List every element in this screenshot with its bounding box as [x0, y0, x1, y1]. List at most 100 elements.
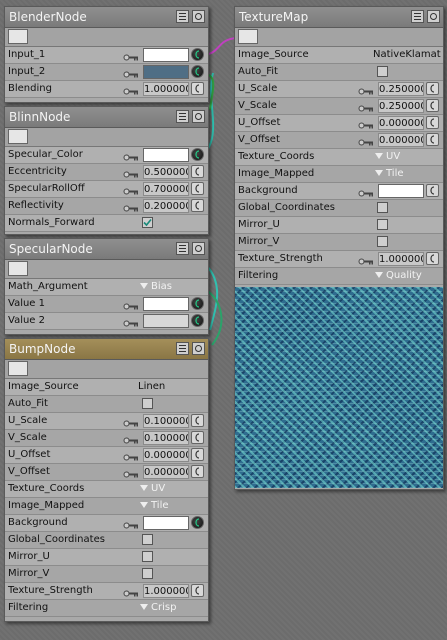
- link-key-icon[interactable]: [123, 51, 139, 61]
- checkbox[interactable]: [377, 66, 388, 77]
- color-swatch[interactable]: [143, 314, 189, 328]
- input-connector-icon[interactable]: [191, 199, 204, 212]
- node-header[interactable]: TextureMap: [235, 7, 443, 28]
- plug-icon[interactable]: [8, 261, 28, 276]
- number-input[interactable]: 0.100000: [143, 414, 189, 428]
- color-swatch[interactable]: [143, 65, 189, 79]
- number-input[interactable]: 0.100000: [143, 431, 189, 445]
- file-source-value[interactable]: Linen: [138, 380, 206, 394]
- checkbox[interactable]: [142, 568, 153, 579]
- input-connector-icon[interactable]: [191, 314, 204, 327]
- link-key-icon[interactable]: [123, 468, 139, 478]
- checkbox[interactable]: [377, 202, 388, 213]
- link-key-icon[interactable]: [123, 451, 139, 461]
- checkbox[interactable]: [142, 398, 153, 409]
- link-key-icon[interactable]: [123, 185, 139, 195]
- node-header[interactable]: BumpNode: [5, 339, 208, 360]
- menu-button[interactable]: [176, 242, 189, 255]
- color-swatch[interactable]: [143, 516, 189, 530]
- color-swatch[interactable]: [143, 297, 189, 311]
- dropdown-select[interactable]: UV: [375, 149, 400, 165]
- number-input[interactable]: 0.000000: [378, 133, 424, 147]
- number-input[interactable]: 1.000000: [143, 82, 189, 96]
- checkbox[interactable]: [377, 219, 388, 230]
- number-input[interactable]: 0.200000: [143, 199, 189, 213]
- input-connector-icon[interactable]: [426, 82, 439, 95]
- dropdown-select[interactable]: UV: [140, 481, 165, 497]
- collapse-button[interactable]: [192, 110, 205, 123]
- link-key-icon[interactable]: [123, 434, 139, 444]
- input-connector-icon[interactable]: [426, 116, 439, 129]
- plug-icon[interactable]: [238, 29, 258, 44]
- dropdown-select[interactable]: Tile: [375, 166, 404, 182]
- blinn-node[interactable]: BlinnNode Specular_Color Eccentricity 0.50…: [4, 106, 209, 235]
- link-key-icon[interactable]: [358, 136, 374, 146]
- link-key-icon[interactable]: [123, 317, 139, 327]
- bump-node[interactable]: BumpNode Image_Source Linen Auto_Fit U_Scal…: [4, 338, 209, 622]
- plug-icon[interactable]: [8, 29, 28, 44]
- input-connector-icon[interactable]: [191, 48, 204, 61]
- node-header[interactable]: BlenderNode: [5, 7, 208, 28]
- dropdown-select[interactable]: Tile: [140, 498, 169, 514]
- input-connector-icon[interactable]: [191, 65, 204, 78]
- link-key-icon[interactable]: [123, 68, 139, 78]
- input-connector-icon[interactable]: [191, 414, 204, 427]
- plug-icon[interactable]: [8, 361, 28, 376]
- menu-button[interactable]: [176, 110, 189, 123]
- input-connector-icon[interactable]: [191, 584, 204, 597]
- input-connector-icon[interactable]: [191, 465, 204, 478]
- link-key-icon[interactable]: [123, 151, 139, 161]
- number-input[interactable]: 0.500000: [143, 165, 189, 179]
- dropdown-select[interactable]: Crisp: [140, 600, 176, 616]
- input-connector-icon[interactable]: [426, 133, 439, 146]
- number-input[interactable]: 0.700000: [143, 182, 189, 196]
- input-connector-icon[interactable]: [191, 165, 204, 178]
- link-key-icon[interactable]: [123, 300, 139, 310]
- link-key-icon[interactable]: [123, 168, 139, 178]
- link-key-icon[interactable]: [358, 187, 374, 197]
- menu-button[interactable]: [411, 10, 424, 23]
- checkbox[interactable]: [377, 236, 388, 247]
- checkbox[interactable]: [142, 534, 153, 545]
- input-connector-icon[interactable]: [191, 431, 204, 444]
- collapse-button[interactable]: [192, 342, 205, 355]
- checkbox[interactable]: [142, 217, 153, 228]
- number-input[interactable]: 1.000000: [143, 584, 189, 598]
- number-input[interactable]: 0.000000: [378, 116, 424, 130]
- checkbox[interactable]: [142, 551, 153, 562]
- input-connector-icon[interactable]: [426, 99, 439, 112]
- number-input[interactable]: 0.250000: [378, 82, 424, 96]
- color-swatch[interactable]: [143, 148, 189, 162]
- specular-node[interactable]: SpecularNode Math_Argument Bias Value 1 Val…: [4, 238, 209, 335]
- link-key-icon[interactable]: [123, 587, 139, 597]
- link-key-icon[interactable]: [358, 119, 374, 129]
- menu-button[interactable]: [176, 10, 189, 23]
- link-key-icon[interactable]: [358, 85, 374, 95]
- input-connector-icon[interactable]: [426, 252, 439, 265]
- collapse-button[interactable]: [192, 10, 205, 23]
- input-connector-icon[interactable]: [426, 184, 439, 197]
- link-key-icon[interactable]: [123, 202, 139, 212]
- plug-icon[interactable]: [8, 129, 28, 144]
- number-input[interactable]: 0.000000: [143, 448, 189, 462]
- input-connector-icon[interactable]: [191, 516, 204, 529]
- input-connector-icon[interactable]: [191, 182, 204, 195]
- link-key-icon[interactable]: [358, 102, 374, 112]
- link-key-icon[interactable]: [358, 255, 374, 265]
- texturemap-node[interactable]: TextureMap Image_Source NativeKlamathFa Au…: [234, 6, 444, 490]
- blender-node[interactable]: BlenderNode Input_1 Input_2 Blending 1.0000…: [4, 6, 209, 103]
- number-input[interactable]: 1.000000: [378, 252, 424, 266]
- color-swatch[interactable]: [378, 184, 424, 198]
- number-input[interactable]: 0.250000: [378, 99, 424, 113]
- input-connector-icon[interactable]: [191, 82, 204, 95]
- link-key-icon[interactable]: [123, 519, 139, 529]
- dropdown-select[interactable]: Bias: [140, 279, 172, 295]
- input-connector-icon[interactable]: [191, 148, 204, 161]
- collapse-button[interactable]: [192, 242, 205, 255]
- node-header[interactable]: BlinnNode: [5, 107, 208, 128]
- link-key-icon[interactable]: [123, 85, 139, 95]
- input-connector-icon[interactable]: [191, 297, 204, 310]
- node-header[interactable]: SpecularNode: [5, 239, 208, 260]
- file-source-value[interactable]: NativeKlamathFa: [373, 48, 441, 62]
- input-connector-icon[interactable]: [191, 448, 204, 461]
